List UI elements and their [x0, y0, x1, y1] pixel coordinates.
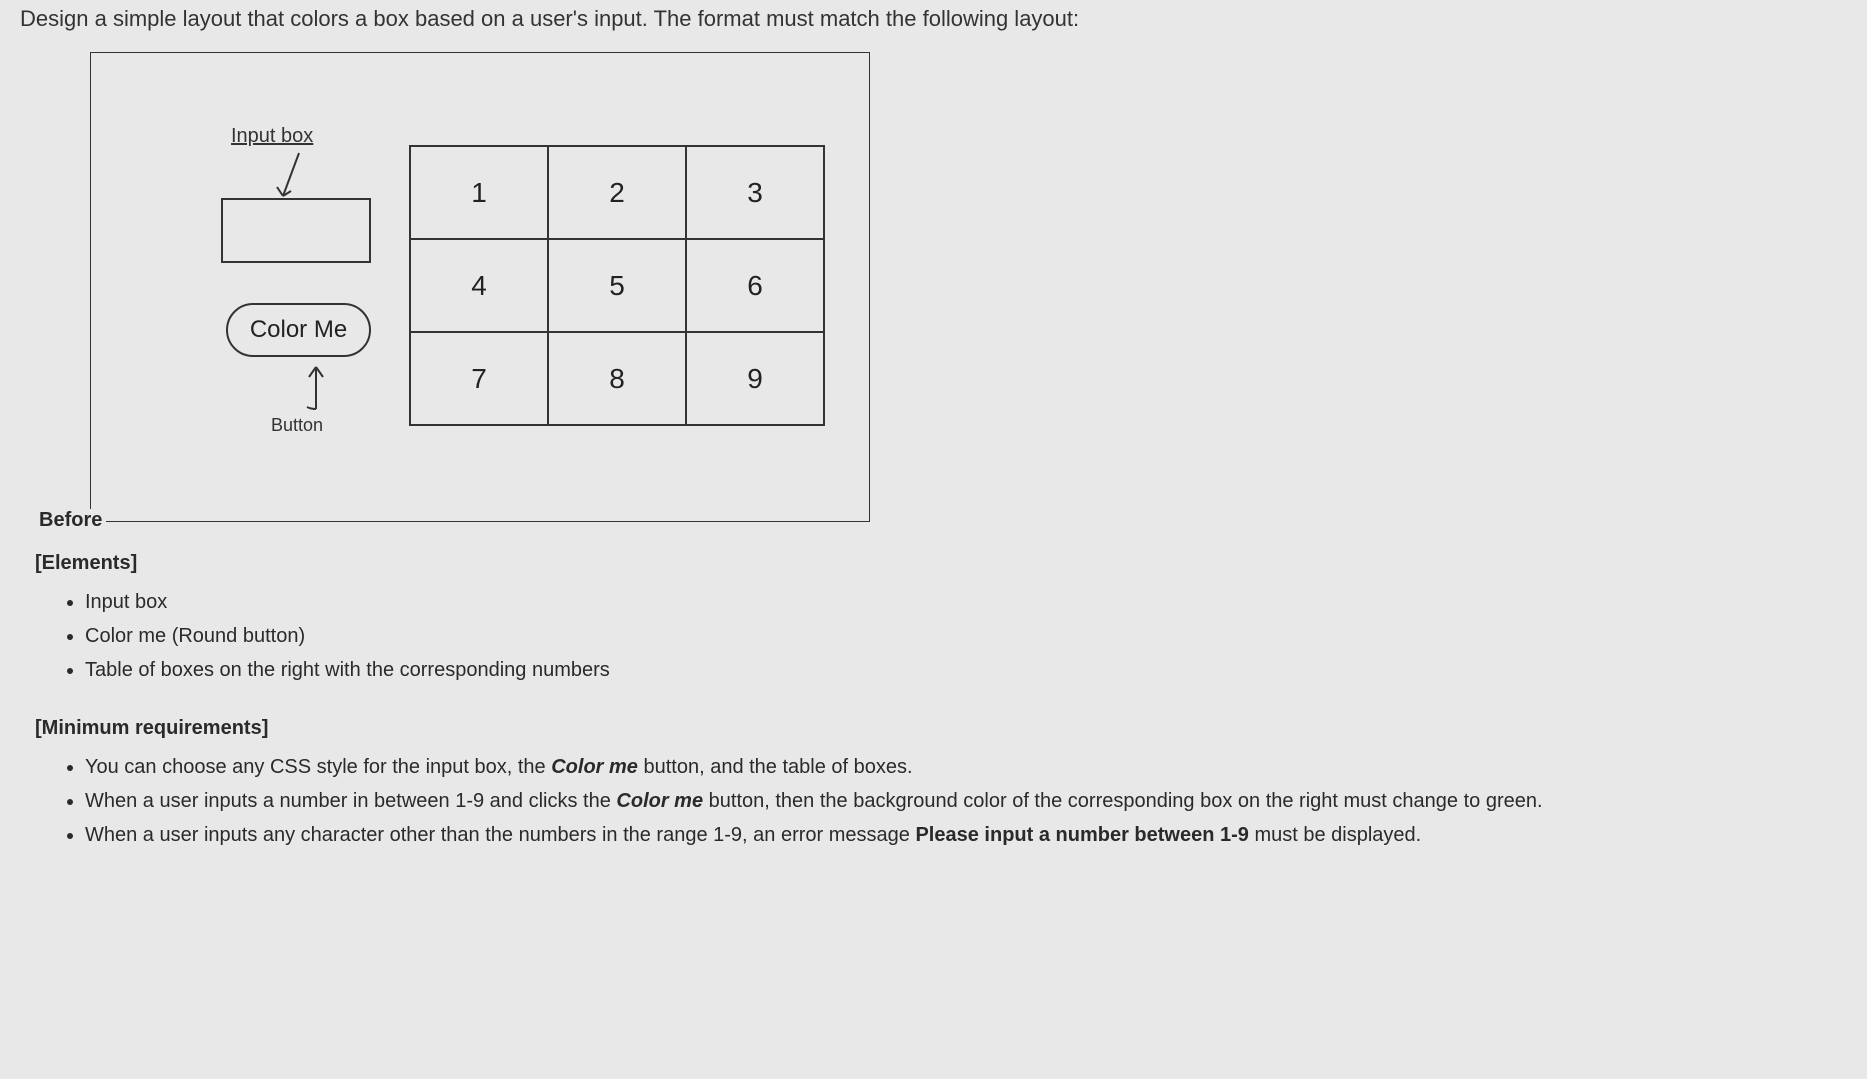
grid-cell-9: 9 [686, 332, 824, 425]
grid-cell-5: 5 [548, 239, 686, 332]
list-item: Color me (Round button) [85, 619, 1867, 653]
grid-cell-8: 8 [548, 332, 686, 425]
button-caption: Button [271, 415, 323, 436]
req-text: You can choose any CSS style for the inp… [85, 756, 551, 778]
list-item: When a user inputs a number in between 1… [85, 784, 1867, 818]
input-box-caption: Input box [231, 125, 313, 148]
elements-list: Input box Color me (Round button) Table … [85, 585, 1867, 687]
grid-cell-6: 6 [686, 239, 824, 332]
figure-wrapper: Input box Color Me Button 1 2 3 4 5 6 7 [90, 52, 1867, 522]
elements-heading: [Elements] [35, 552, 1867, 575]
grid-cell-3: 3 [686, 146, 824, 239]
grid-cell-7: 7 [410, 332, 548, 425]
grid-cell-4: 4 [410, 239, 548, 332]
list-item: When a user inputs any character other t… [85, 818, 1867, 852]
arrow-up-icon [301, 359, 331, 414]
instruction-text: Design a simple layout that colors a box… [0, 0, 1867, 42]
input-box[interactable] [221, 198, 371, 263]
color-me-button[interactable]: Color Me [226, 303, 371, 357]
req-emphasis: Color me [551, 756, 638, 778]
grid-cell-1: 1 [410, 146, 548, 239]
req-text: button, and the table of boxes. [638, 756, 913, 778]
req-text: button, then the background color of the… [703, 790, 1542, 812]
req-emphasis: Color me [616, 790, 703, 812]
req-emphasis: Please input a number between 1-9 [915, 824, 1248, 846]
before-label: Before [35, 509, 106, 532]
grid-cell-2: 2 [548, 146, 686, 239]
req-text: When a user inputs a number in between 1… [85, 790, 616, 812]
minreq-heading: [Minimum requirements] [35, 717, 1867, 740]
number-grid: 1 2 3 4 5 6 7 8 9 [409, 145, 825, 426]
figure-frame: Input box Color Me Button 1 2 3 4 5 6 7 [90, 52, 870, 522]
req-text: When a user inputs any character other t… [85, 824, 915, 846]
minreq-list: You can choose any CSS style for the inp… [85, 750, 1867, 852]
list-item: You can choose any CSS style for the inp… [85, 750, 1867, 784]
list-item: Table of boxes on the right with the cor… [85, 653, 1867, 687]
list-item: Input box [85, 585, 1867, 619]
req-text: must be displayed. [1249, 824, 1421, 846]
